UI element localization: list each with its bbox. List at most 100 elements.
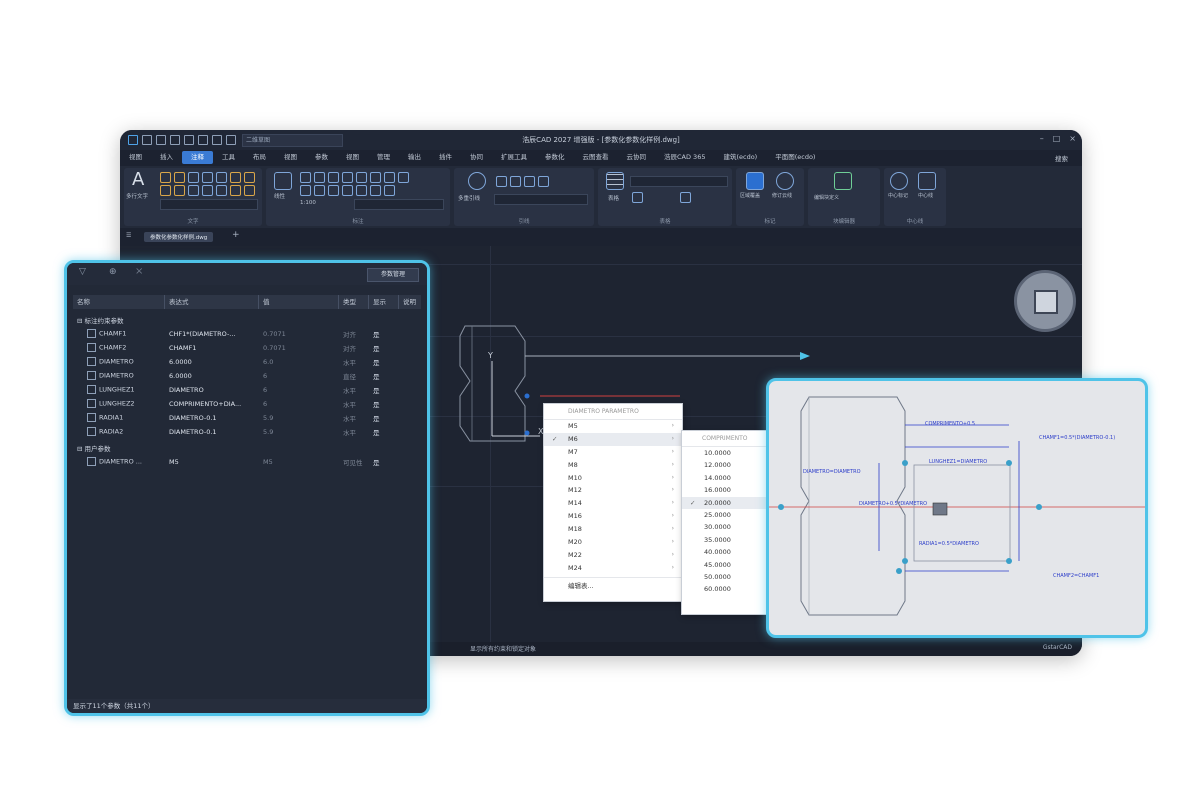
param-expression[interactable]: CHAMF1 (165, 344, 259, 352)
text-style-icon[interactable] (174, 172, 185, 183)
text-style-icon[interactable] (202, 172, 213, 183)
dimension-icon[interactable] (342, 172, 353, 183)
menu-item[interactable]: 视图 (275, 151, 306, 164)
text-style-icon[interactable] (160, 185, 171, 196)
close-icon[interactable]: × (1069, 134, 1076, 143)
undo-icon[interactable] (212, 135, 222, 145)
menu-item[interactable]: 40.0000 (682, 546, 772, 558)
param-expression[interactable]: DIAMETRO (165, 386, 259, 394)
table-row[interactable]: CHAMF2 CHAMF1 0.7071 对齐 是 (73, 341, 421, 355)
menu-item[interactable]: 插入 (151, 151, 182, 164)
menu-item[interactable]: 25.0000 (682, 509, 772, 521)
menu-item[interactable]: 布局 (244, 151, 275, 164)
text-style-combo[interactable] (160, 199, 258, 210)
column-header[interactable]: 值 (259, 295, 339, 309)
menu-item[interactable]: M8 › (544, 459, 682, 472)
table-row[interactable]: LUNGHEZ2 COMPRIMENTO+DIA... 6 水平 是 (73, 397, 421, 411)
menu-item-active[interactable]: 注释 (182, 151, 213, 164)
dimension-icon[interactable] (328, 172, 339, 183)
menu-item[interactable]: 云协同 (618, 151, 656, 164)
menu-item[interactable]: M16 › (544, 510, 682, 523)
menu-icon[interactable]: ☰ (126, 232, 131, 239)
maximize-icon[interactable]: □ (1053, 134, 1061, 143)
delete-icon[interactable]: × (135, 266, 143, 277)
menu-item[interactable]: 参数化 (536, 151, 574, 164)
dimension-icon[interactable] (328, 185, 339, 196)
minimize-icon[interactable]: – (1040, 134, 1044, 143)
table-icon[interactable] (606, 172, 624, 190)
text-style-icon[interactable] (160, 172, 171, 183)
center-mark-icon[interactable] (890, 172, 908, 190)
constraint-label[interactable]: CHAMF2=CHAMF1 (1053, 573, 1099, 579)
table-row[interactable]: DIAMETRO 6.0000 6.0 水平 是 (73, 355, 421, 369)
dimension-icon[interactable] (314, 172, 325, 183)
table-data-icon[interactable] (680, 192, 691, 203)
constraint-label[interactable]: COMPRIMENTO+0.5 (925, 421, 975, 427)
menu-item[interactable]: 50.0000 (682, 571, 772, 583)
print-icon[interactable] (198, 135, 208, 145)
text-style-icon[interactable] (230, 172, 241, 183)
constraint-label[interactable]: CHAMF1=0.5*(DIAMETRO-0.1) (1039, 435, 1115, 441)
table-row[interactable]: DIAMETRO ... M5 M5 可见性 是 (73, 455, 421, 469)
wipeout-icon[interactable] (746, 172, 764, 190)
dimension-icon[interactable] (370, 185, 381, 196)
filter-icon[interactable]: ▽ (79, 267, 86, 277)
text-style-icon[interactable] (244, 172, 255, 183)
block-editor-icon[interactable] (834, 172, 852, 190)
param-show[interactable]: 是 (369, 413, 399, 423)
dimension-scale[interactable]: 1:100 (300, 200, 316, 206)
group-row[interactable]: ⊟ 用户参数 (73, 441, 421, 455)
save-as-icon[interactable] (184, 135, 194, 145)
dimension-icon[interactable] (398, 172, 409, 183)
new-file-icon[interactable] (142, 135, 152, 145)
menu-item[interactable]: M10 › (544, 472, 682, 485)
menu-item[interactable]: 管理 (368, 151, 399, 164)
menu-item[interactable]: 云图查看 (574, 151, 618, 164)
menu-item[interactable]: 建筑(ecdo) (714, 151, 766, 164)
collapse-icon[interactable]: ⊟ (77, 445, 85, 453)
add-parameter-icon[interactable]: ⊕ (109, 267, 117, 277)
menu-item[interactable]: M5 › (544, 420, 682, 433)
redo-icon[interactable] (226, 135, 236, 145)
menu-item[interactable]: M12 › (544, 484, 682, 497)
menu-item[interactable]: 输出 (399, 151, 430, 164)
menu-item[interactable]: 插件 (430, 151, 461, 164)
constraint-label[interactable]: RADIA1=0.5*DIAMETRO (919, 541, 979, 547)
menu-item[interactable]: M24 › (544, 562, 682, 575)
text-style-icon[interactable] (174, 185, 185, 196)
menu-item[interactable]: 35.0000 (682, 534, 772, 546)
text-style-icon[interactable] (202, 185, 213, 196)
constraint-label[interactable]: LUNGHEZ1=DIAMETRO (929, 459, 987, 465)
param-expression[interactable]: DIAMETRO-0.1 (165, 428, 259, 436)
table-row[interactable]: CHAMF1 CHF1*(DIAMETRO-... 0.7071 对齐 是 (73, 327, 421, 341)
table-edit-icon[interactable] (632, 192, 643, 203)
column-header[interactable]: 名称 (73, 295, 165, 309)
table-row[interactable]: RADIA1 DIAMETRO-0.1 5.9 水平 是 (73, 411, 421, 425)
param-show[interactable]: 是 (369, 343, 399, 353)
param-show[interactable]: 是 (369, 457, 399, 467)
dimension-icon[interactable] (300, 185, 311, 196)
menu-item[interactable]: 协同 (461, 151, 492, 164)
column-header[interactable]: 显示 (369, 295, 399, 309)
param-show[interactable]: 是 (369, 399, 399, 409)
constraint-label[interactable]: DIAMETRO+0.5*DIAMETRO (859, 501, 927, 507)
leader-icon[interactable] (496, 176, 507, 187)
save-icon[interactable] (170, 135, 180, 145)
param-show[interactable]: 是 (369, 357, 399, 367)
linear-dimension-icon[interactable] (274, 172, 292, 190)
group-row[interactable]: ⊟ 标注约束参数 (73, 313, 421, 327)
revcloud-icon[interactable] (776, 172, 794, 190)
parameter-manager-button[interactable]: 参数管理 (367, 268, 419, 282)
menu-item[interactable]: 工具 (213, 151, 244, 164)
app-logo-icon[interactable] (128, 135, 138, 145)
param-expression[interactable]: CHF1*(DIAMETRO-... (165, 330, 259, 338)
menu-item[interactable]: 平面图(ecdo) (766, 151, 824, 164)
centerline-icon[interactable] (918, 172, 936, 190)
menu-item[interactable]: M22 › (544, 549, 682, 562)
param-show[interactable]: 是 (369, 371, 399, 381)
column-header[interactable]: 表达式 (165, 295, 259, 309)
table-row[interactable]: RADIA2 DIAMETRO-0.1 5.9 水平 是 (73, 425, 421, 439)
view-cube[interactable] (1014, 270, 1076, 332)
open-file-icon[interactable] (156, 135, 166, 145)
search-menu[interactable]: 搜索 (1055, 153, 1068, 163)
